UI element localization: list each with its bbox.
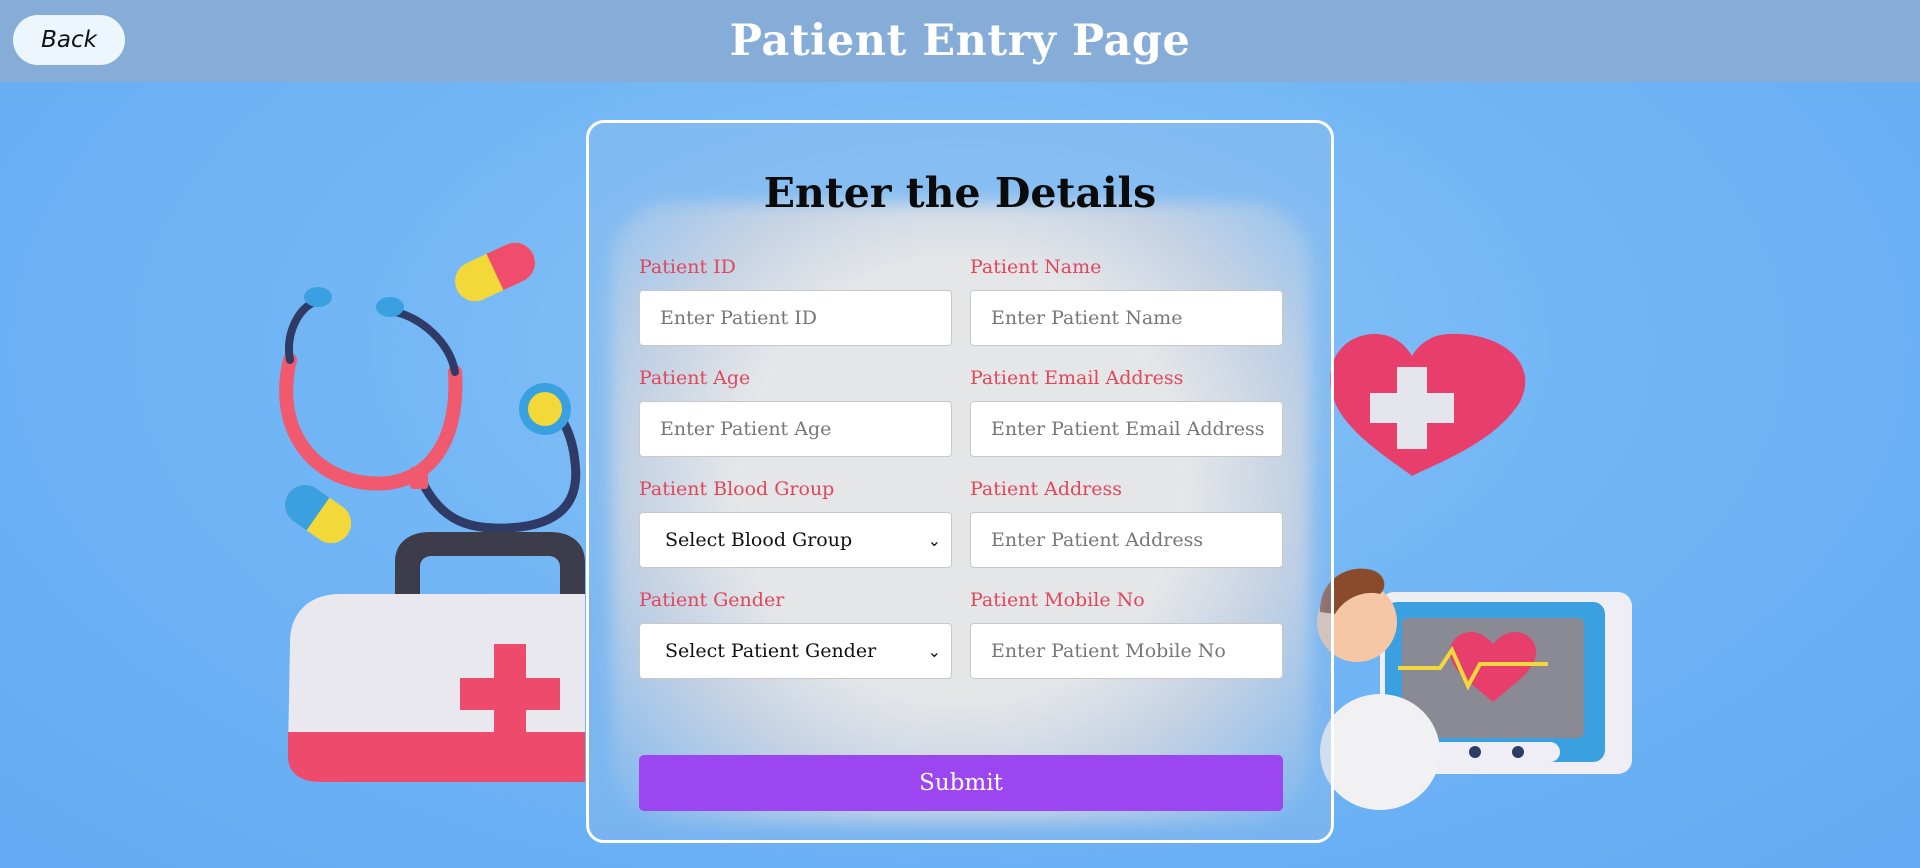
patient-gender-select[interactable]: Select Patient Gender ⌄ (639, 623, 952, 679)
pill-icon (284, 242, 535, 544)
patient-gender-label: Patient Gender (639, 589, 785, 611)
blood-group-group: Patient Blood Group Select Blood Group ⌄ (639, 478, 952, 568)
patient-email-group: Patient Email Address (970, 367, 1283, 457)
patient-id-label: Patient ID (639, 256, 736, 278)
patient-email-label: Patient Email Address (970, 367, 1184, 389)
patient-name-group: Patient Name (970, 256, 1283, 346)
patient-entry-card: Enter the Details Patient ID Patient Nam… (586, 120, 1334, 843)
chevron-down-icon: ⌄ (927, 641, 941, 661)
page-title: Patient Entry Page (729, 16, 1191, 66)
blood-group-select[interactable]: Select Blood Group ⌄ (639, 512, 952, 568)
patient-address-input[interactable] (970, 512, 1283, 568)
patient-email-input[interactable] (970, 401, 1283, 457)
patient-gender-selected: Select Patient Gender (665, 640, 877, 662)
patient-gender-group: Patient Gender Select Patient Gender ⌄ (639, 589, 952, 679)
patient-age-label: Patient Age (639, 367, 751, 389)
blood-group-selected: Select Blood Group (665, 529, 853, 551)
patient-mobile-group: Patient Mobile No (970, 589, 1283, 679)
patient-age-input[interactable] (639, 401, 952, 457)
first-aid-kit-icon (288, 532, 585, 782)
top-header: Back Patient Entry Page (0, 0, 1920, 82)
heart-cross-icon (1330, 333, 1526, 476)
patient-name-input[interactable] (970, 290, 1283, 346)
patient-age-group: Patient Age (639, 367, 952, 457)
chevron-down-icon: ⌄ (927, 530, 941, 550)
patient-id-group: Patient ID (639, 256, 952, 346)
patient-address-label: Patient Address (970, 478, 1122, 500)
stethoscope-icon (279, 287, 581, 533)
form-title: Enter the Details (763, 169, 1157, 217)
patient-address-group: Patient Address (970, 478, 1283, 568)
blood-group-label: Patient Blood Group (639, 478, 835, 500)
submit-button[interactable]: Submit (639, 755, 1283, 811)
patient-id-input[interactable] (639, 290, 952, 346)
patient-name-label: Patient Name (970, 256, 1102, 278)
patient-mobile-input[interactable] (970, 623, 1283, 679)
patient-mobile-label: Patient Mobile No (970, 589, 1145, 611)
